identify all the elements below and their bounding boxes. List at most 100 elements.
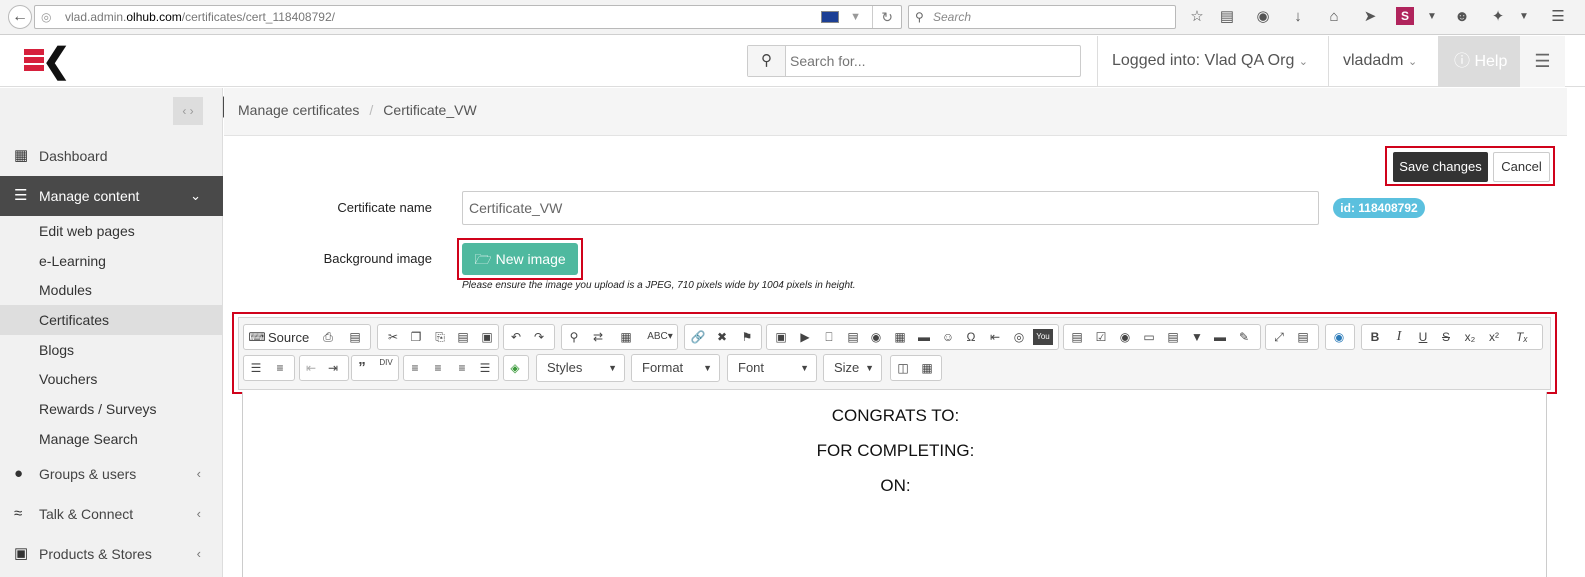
search-input[interactable]	[788, 49, 1073, 73]
outdent-icon[interactable]: ⇤	[301, 358, 321, 378]
remove-format-icon[interactable]: Tₓ	[1512, 327, 1532, 347]
radio-icon[interactable]: ◉	[1115, 327, 1135, 347]
pocket-icon[interactable]: ◉	[1253, 7, 1273, 27]
bulleted-list-icon[interactable]: ≡	[270, 358, 290, 378]
italic-icon[interactable]: I	[1389, 327, 1409, 347]
smiley-icon[interactable]: ☺	[938, 327, 958, 347]
select-all-icon[interactable]: ▦	[616, 327, 636, 347]
anchor-flag-icon[interactable]: ⚑	[737, 327, 757, 347]
source-icon[interactable]: ⌨	[247, 327, 267, 347]
format-dropdown[interactable]: Format ▼	[631, 354, 720, 382]
org-selector[interactable]: Logged into: Vlad QA Org ⌄	[1112, 52, 1308, 70]
indent-icon[interactable]: ⇥	[323, 358, 343, 378]
search-button[interactable]: ⚲	[748, 46, 786, 76]
cut-icon[interactable]: ✂	[383, 327, 403, 347]
help-button[interactable]: ⓘ Help	[1438, 36, 1520, 87]
youtube-icon[interactable]: You	[1033, 329, 1053, 345]
sidebar-subitem-rewards-surveys[interactable]: Rewards / Surveys	[0, 394, 223, 424]
blockquote-icon[interactable]: ”	[352, 358, 372, 378]
bold-icon[interactable]: B	[1365, 327, 1385, 347]
download-icon[interactable]: ↓	[1288, 7, 1308, 27]
sidebar-subitem-certificates[interactable]: Certificates	[0, 305, 223, 335]
panel-toggle-icon[interactable]: ☰	[1520, 36, 1565, 87]
sidebar-subitem-blogs[interactable]: Blogs	[0, 335, 223, 365]
copy-icon[interactable]: ❐	[406, 327, 426, 347]
save-button[interactable]: Save changes	[1393, 152, 1488, 182]
unlink-icon[interactable]: ✖	[712, 327, 732, 347]
home-icon[interactable]: ⌂	[1324, 7, 1344, 27]
sidebar-item-manage-content[interactable]: ☰ Manage content ⌄	[0, 176, 223, 216]
certificate-name-input[interactable]: Certificate_VW	[462, 191, 1319, 225]
undo-icon[interactable]: ↶	[506, 327, 526, 347]
star-icon[interactable]: ☆	[1187, 7, 1207, 27]
special-character-icon[interactable]: Ω	[961, 327, 981, 347]
flag-icon[interactable]	[821, 11, 839, 23]
send-icon[interactable]: ➤	[1360, 7, 1380, 27]
about-globe-icon[interactable]: ◉	[1329, 327, 1349, 347]
templates-icon[interactable]: ▤	[345, 327, 365, 347]
underline-icon[interactable]: U	[1413, 327, 1433, 347]
sidebar-subitem-manage-search[interactable]: Manage Search	[0, 424, 223, 454]
checkbox-icon[interactable]: ☑	[1091, 327, 1111, 347]
strikethrough-icon[interactable]: S	[1436, 327, 1456, 347]
spellcheck-icon[interactable]: ABC▾	[646, 327, 674, 347]
new-image-button[interactable]: 🗁 New image	[462, 243, 578, 275]
page-break-icon[interactable]: ⇤	[985, 327, 1005, 347]
smiley-icon[interactable]: ☻	[1452, 7, 1472, 27]
find-icon[interactable]: ⚲	[564, 327, 584, 347]
subscript-icon[interactable]: x₂	[1460, 327, 1480, 347]
back-arrow-icon[interactable]: ←	[8, 5, 32, 29]
iframe-icon[interactable]: ▤	[843, 327, 863, 347]
monitor-icon[interactable]: ⎕	[819, 327, 839, 347]
brand-logo[interactable]: ❮	[24, 42, 71, 80]
template-layout-icon[interactable]: ◫	[893, 358, 913, 378]
hamburger-menu-icon[interactable]: ☰	[1548, 7, 1568, 27]
align-center-icon[interactable]: ≡	[428, 358, 448, 378]
sidebar-subitem-modules[interactable]: Modules	[0, 275, 223, 305]
editor-content-area[interactable]: CONGRATS TO: FOR COMPLETING: ON:	[242, 392, 1547, 577]
source-button[interactable]: Source	[268, 330, 309, 345]
superscript-icon[interactable]: x²	[1484, 327, 1504, 347]
browser-search-input[interactable]: ⚲ Search	[908, 5, 1176, 29]
hidden-field-icon[interactable]: ✎	[1234, 327, 1254, 347]
text-field-icon[interactable]: ▭	[1139, 327, 1159, 347]
form-icon[interactable]: ▤	[1067, 327, 1087, 347]
textarea-icon[interactable]: ▤	[1163, 327, 1183, 347]
sidebar-item-groups-users[interactable]: ● Groups & users ‹	[0, 454, 223, 494]
align-justify-icon[interactable]: ☰	[475, 358, 495, 378]
size-dropdown[interactable]: Size ▼	[823, 354, 882, 382]
div-container-icon[interactable]: DIV	[376, 358, 396, 378]
reading-list-icon[interactable]: ▤	[1217, 7, 1237, 27]
flash-icon[interactable]: ◉	[866, 327, 886, 347]
address-bar[interactable]: ◎ vlad.admin.olhub.com/certificates/cert…	[34, 5, 902, 29]
tools-icon[interactable]: ✦	[1488, 7, 1508, 27]
paste-text-icon[interactable]: ▤	[453, 327, 473, 347]
align-right-icon[interactable]: ≡	[452, 358, 472, 378]
image-icon[interactable]: ▣	[771, 327, 791, 347]
show-blocks-icon[interactable]: ▤	[1293, 327, 1313, 347]
tools-dropdown-icon[interactable]: ▼	[1514, 7, 1534, 27]
sidebar-item-dashboard[interactable]: ▦ Dashboard	[0, 136, 223, 176]
video-icon[interactable]: ▶	[795, 327, 815, 347]
dropdown-icon[interactable]: ▼	[850, 6, 861, 28]
extension-icon[interactable]: S	[1396, 7, 1414, 25]
breadcrumb-root-link[interactable]: Manage certificates	[238, 102, 359, 118]
paste-icon[interactable]: ⎘	[430, 327, 450, 347]
print-icon[interactable]: ⎙	[318, 327, 338, 347]
paste-word-icon[interactable]: ▣	[477, 327, 497, 347]
link-icon[interactable]: 🔗	[688, 327, 708, 347]
sidebar-subitem-e-learning[interactable]: e-Learning	[0, 246, 223, 276]
replace-icon[interactable]: ⇄	[588, 327, 608, 347]
redo-icon[interactable]: ↷	[529, 327, 549, 347]
select-field-icon[interactable]: ▼	[1187, 327, 1207, 347]
globe-icon[interactable]: ◎	[1009, 327, 1029, 347]
sidebar-collapse-toggle[interactable]: ‹ ›	[173, 97, 203, 125]
button-field-icon[interactable]: ▬	[1210, 327, 1230, 347]
cancel-button[interactable]: Cancel	[1493, 152, 1550, 182]
sidebar-item-products-stores[interactable]: ▣ Products & Stores ‹	[0, 534, 223, 574]
sidebar-subitem-edit-web-pages[interactable]: Edit web pages	[0, 216, 223, 246]
numbered-list-icon[interactable]: ☰	[246, 358, 266, 378]
font-dropdown[interactable]: Font ▼	[727, 354, 817, 382]
sidebar-item-talk-connect[interactable]: ≈ Talk & Connect ‹	[0, 494, 223, 534]
sidebar-subitem-vouchers[interactable]: Vouchers	[0, 364, 223, 394]
